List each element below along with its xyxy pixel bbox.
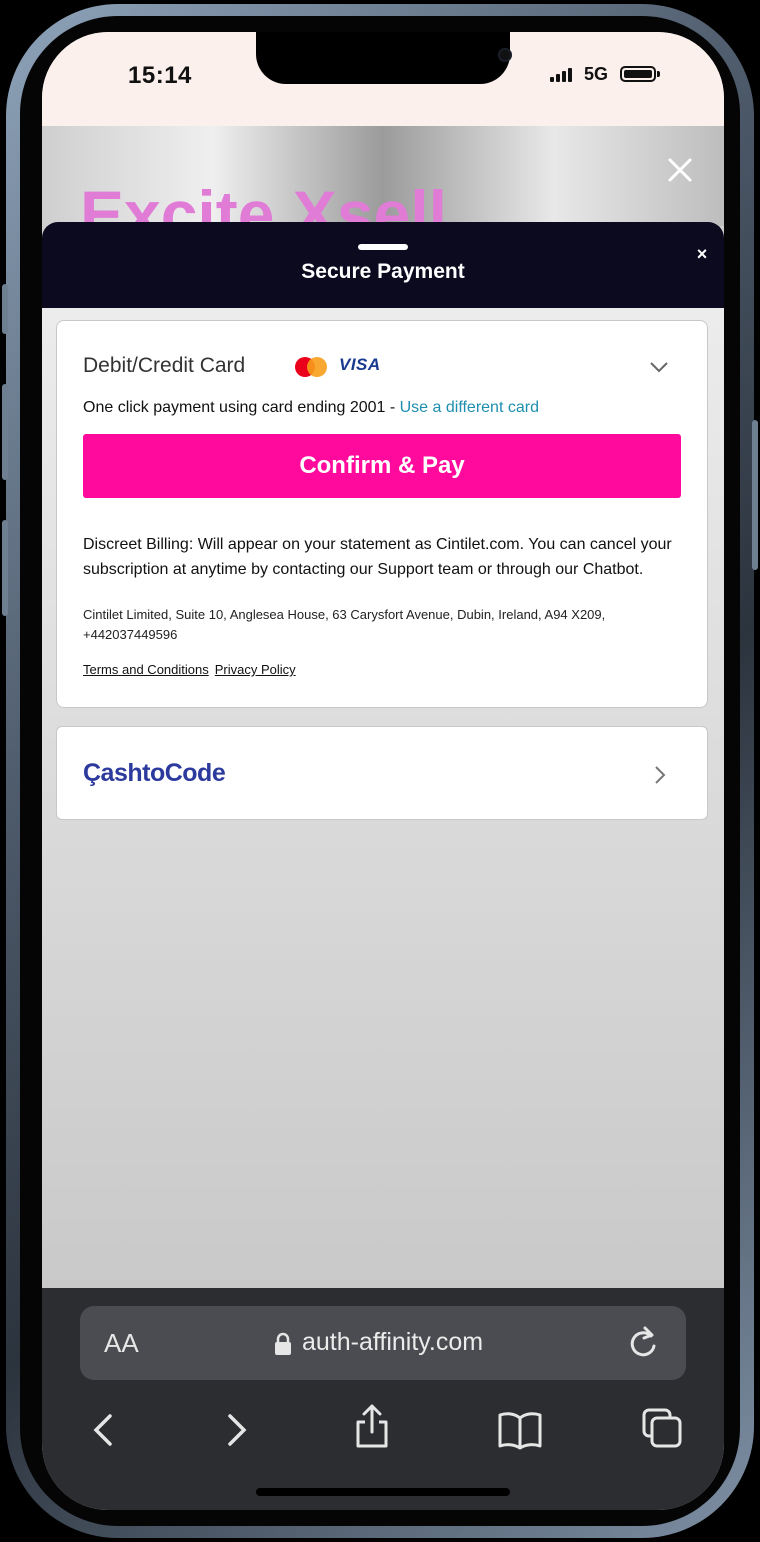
legal-links: Terms and Conditions Privacy Policy [83,662,302,677]
lock-icon [274,1332,292,1356]
modal-close-icon[interactable]: × [690,242,714,266]
one-click-label: One click payment using card ending 2001… [83,399,400,416]
power-button [752,420,758,570]
phone-screen: 15:14 5G Excite Xsell Secure Payment × D… [42,32,724,1510]
billing-notice: Discreet Billing: Will appear on your st… [83,536,672,578]
cashtocode-logo: ÇashtoCode [83,759,226,787]
close-icon[interactable] [664,154,696,186]
visa-logo: VISA [339,355,381,374]
status-time: 15:14 [128,62,192,89]
battery-tip [657,71,660,77]
volume-down-button [2,520,8,616]
terms-link[interactable]: Terms and Conditions [83,662,209,677]
network-label: 5G [584,64,609,84]
browser-toolbar: AA auth-affinity.com [42,1288,724,1510]
company-address: Cintilet Limited, Suite 10, Anglesea Hou… [83,607,606,642]
modal-title: Secure Payment [301,260,465,283]
payment-modal-header: Secure Payment × [42,222,724,308]
cashtocode-option[interactable]: ÇashtoCode [56,726,708,820]
url-text: auth-affinity.com [302,1328,484,1356]
promo-title: Excite Xsell [80,177,447,226]
signal-icon [550,68,578,82]
chevron-down-icon[interactable] [649,357,669,377]
status-bar: 15:14 5G [42,32,724,126]
address-bar[interactable]: AA auth-affinity.com [80,1306,686,1380]
share-icon[interactable] [352,1402,392,1448]
one-click-text: One click payment using card ending 2001… [83,399,539,417]
privacy-link[interactable]: Privacy Policy [215,662,296,677]
text-size-button[interactable]: AA [104,1328,139,1359]
volume-up-button [2,384,8,480]
home-indicator[interactable] [256,1488,510,1496]
confirm-pay-button[interactable]: Confirm & Pay [83,434,681,498]
drag-handle[interactable] [358,244,408,250]
payment-modal-body: Debit/Credit Card VISA One click payment… [42,308,724,1288]
back-icon[interactable] [86,1408,126,1452]
background-promo-banner: Excite Xsell [42,126,724,226]
use-different-card-link[interactable]: Use a different card [400,399,539,416]
card-payment-panel: Debit/Credit Card VISA One click payment… [56,320,708,708]
notch [256,32,512,84]
battery-icon [620,66,656,82]
card-option-title[interactable]: Debit/Credit Card [83,354,245,378]
chevron-right-icon[interactable] [653,765,667,785]
side-button [2,284,8,334]
forward-icon[interactable] [216,1408,256,1452]
tabs-icon[interactable] [640,1406,682,1450]
reload-icon[interactable] [626,1324,660,1362]
bookmarks-icon[interactable] [496,1408,544,1452]
mastercard-icon [295,357,327,377]
camera-icon [498,48,512,62]
